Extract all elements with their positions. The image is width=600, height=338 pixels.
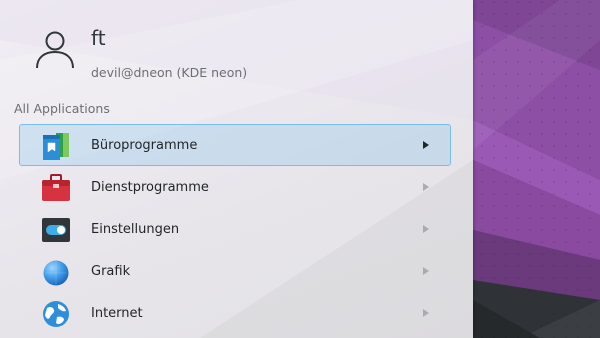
- graphics-sphere-icon: [43, 260, 69, 286]
- category-item-internet[interactable]: Internet: [19, 292, 451, 334]
- application-category-list: Büroprogramme Dienstprogramme Einstellun…: [19, 124, 451, 334]
- chevron-right-icon: [423, 309, 429, 317]
- category-label: Grafik: [91, 264, 131, 279]
- chevron-right-icon: [423, 225, 429, 233]
- chevron-right-icon: [423, 183, 429, 191]
- chevron-right-icon: [423, 141, 429, 149]
- user-name: ft: [91, 26, 106, 50]
- category-label: Einstellungen: [91, 222, 180, 237]
- chevron-right-icon: [423, 267, 429, 275]
- toolbox-icon: [42, 174, 70, 201]
- application-launcher: ft devil@dneon (KDE neon) All Applicatio…: [0, 0, 473, 338]
- category-label: Internet: [91, 306, 143, 321]
- globe-icon: [43, 301, 69, 327]
- category-item-dienstprogramme[interactable]: Dienstprogramme: [19, 166, 451, 208]
- screen: ft devil@dneon (KDE neon) All Applicatio…: [0, 0, 600, 338]
- category-label: Büroprogramme: [91, 138, 198, 153]
- category-label: Dienstprogramme: [91, 180, 209, 195]
- category-item-grafik[interactable]: Grafik: [19, 250, 451, 292]
- category-item-bueroprogramme[interactable]: Büroprogramme: [19, 124, 451, 166]
- section-heading: All Applications: [14, 101, 110, 116]
- user-host: devil@dneon (KDE neon): [91, 65, 248, 80]
- office-document-icon: [43, 133, 69, 160]
- user-icon[interactable]: [34, 28, 76, 70]
- settings-toggle-icon: [42, 218, 70, 242]
- category-item-einstellungen[interactable]: Einstellungen: [19, 208, 451, 250]
